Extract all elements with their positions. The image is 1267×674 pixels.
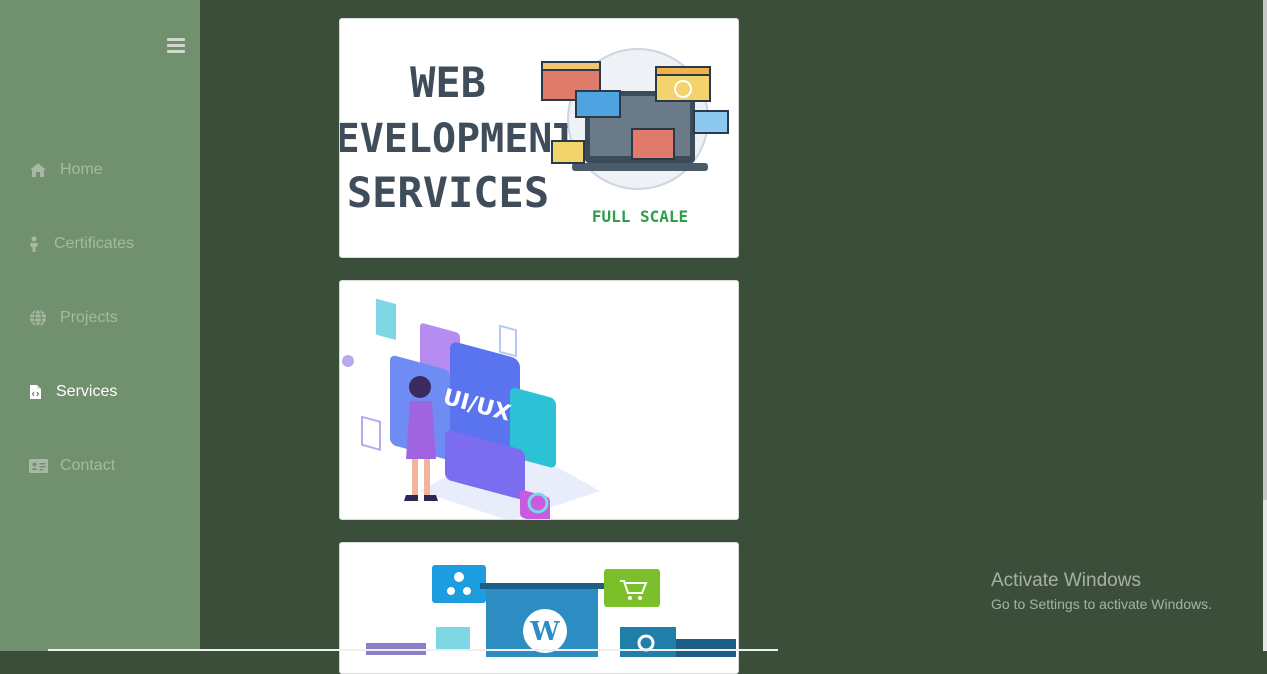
sidebar-item-projects[interactable]: Projects [28, 306, 118, 330]
wordpress-logo: W [529, 617, 560, 647]
id-card-icon [28, 456, 48, 476]
scrollbar-thumb[interactable] [1263, 0, 1267, 500]
sidebar-item-certificates[interactable]: Certificates [28, 232, 134, 256]
sidebar-item-label: Certificates [54, 235, 135, 252]
sidebar-item-contact[interactable]: Contact [28, 454, 115, 478]
sidebar-item-label: Projects [60, 309, 118, 326]
sidebar-item-label: Home [60, 161, 103, 178]
activate-windows-watermark: Activate Windows Go to Settings to activ… [991, 570, 1212, 612]
tagline: FULL SCALE [592, 207, 688, 226]
watermark-subtitle: Go to Settings to activate Windows. [991, 596, 1212, 612]
home-icon [28, 160, 48, 180]
service-card-ui-ux[interactable]: UI/UX [339, 280, 739, 520]
person-icon [28, 234, 40, 254]
sidebar-item-home[interactable]: Home [28, 158, 103, 182]
file-code-icon [28, 382, 42, 402]
web-development-illustration: WEB DEVELOPMENT SERVICES FULL SCALE [340, 19, 738, 257]
hamburger-icon[interactable] [167, 38, 185, 54]
service-card-wordpress[interactable]: W [339, 542, 739, 674]
watermark-title: Activate Windows [991, 570, 1141, 591]
title-line-1: WEB [410, 58, 486, 107]
title-line-2: DEVELOPMENT [340, 116, 576, 162]
sidebar-item-label: Services [56, 383, 118, 400]
ui-ux-illustration: UI/UX [340, 281, 738, 519]
service-card-web-development[interactable]: WEB DEVELOPMENT SERVICES FULL SCALE [339, 18, 739, 258]
sidebar: Home Certificates Projects Services Cont… [0, 0, 200, 651]
title-line-3: SERVICES [347, 168, 549, 217]
main-content: WEB DEVELOPMENT SERVICES FULL SCALE [200, 0, 1267, 674]
wordpress-illustration: W [340, 543, 738, 673]
sidebar-item-label: Contact [60, 457, 116, 474]
globe-icon [28, 308, 48, 328]
sidebar-item-services[interactable]: Services [28, 380, 117, 404]
